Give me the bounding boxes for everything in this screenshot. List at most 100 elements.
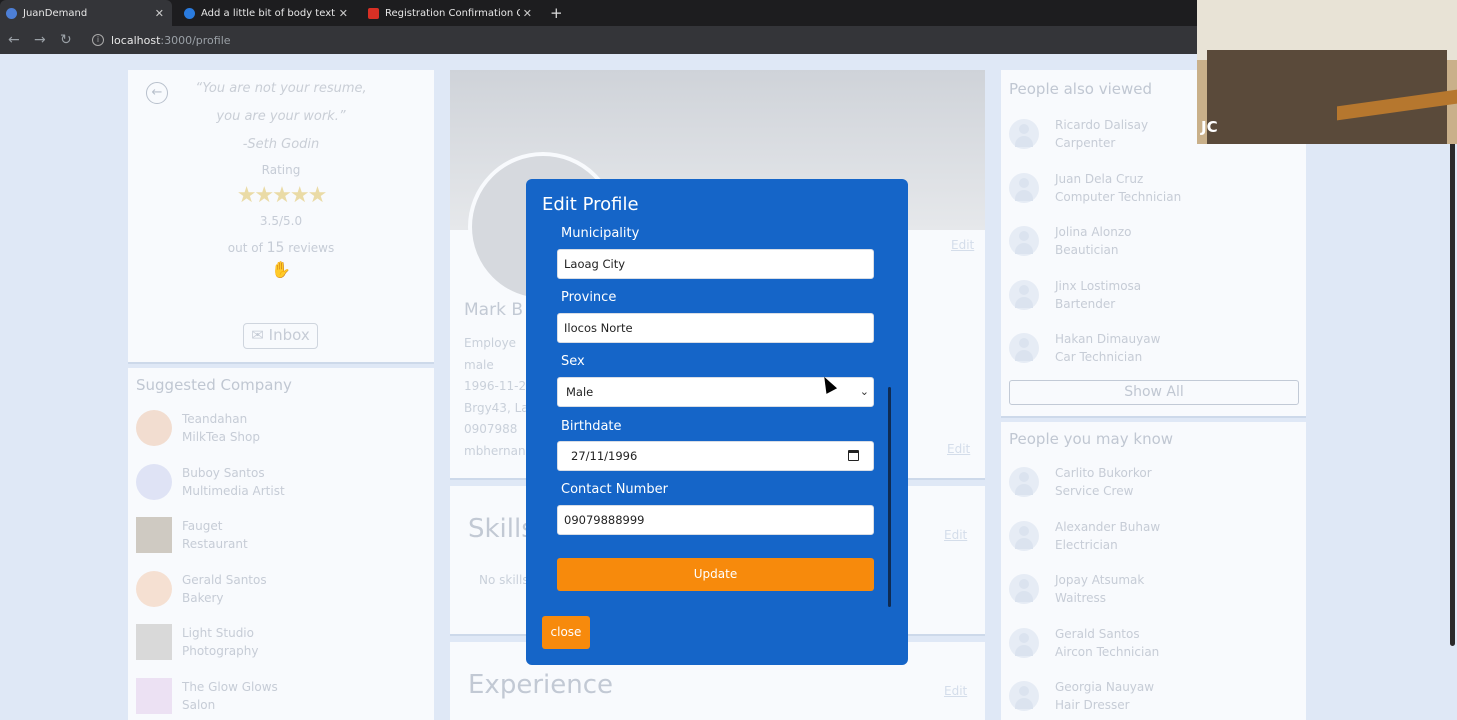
person-role: Service Crew: [1055, 484, 1134, 498]
sex-label: Sex: [561, 354, 585, 369]
edit-experience-link[interactable]: Edit: [944, 684, 967, 698]
person-item[interactable]: Alexander Buhaw Electrician: [1009, 518, 1160, 554]
address-text: Brgy43, La: [464, 400, 529, 415]
mail-icon: ✉: [251, 326, 264, 344]
company-logo-icon: [136, 571, 172, 607]
show-all-button[interactable]: Show All: [1009, 380, 1299, 405]
company-type: Restaurant: [182, 537, 248, 551]
quote-line-2: you are your work.”: [216, 109, 346, 124]
tab-title: Add a little bit of body text - We: [201, 7, 336, 19]
review-count-text: out of 15 reviews: [128, 240, 434, 256]
person-name: Juan Dela Cruz: [1055, 172, 1144, 186]
back-arrow-icon[interactable]: ←: [8, 32, 26, 48]
province-input[interactable]: Ilocos Norte: [557, 313, 874, 343]
person-name: Jopay Atsumak: [1055, 573, 1145, 587]
close-button[interactable]: close: [542, 616, 590, 649]
sex-selected-value: Male: [566, 385, 594, 399]
phone-text: 0907988: [464, 422, 518, 436]
url-field[interactable]: i localhost:3000/profile: [92, 34, 231, 47]
avatar-placeholder-icon: [1009, 173, 1039, 203]
company-item[interactable]: Buboy Santos Multimedia Artist: [136, 464, 285, 500]
person-item[interactable]: Hakan Dimauyaw Car Technician: [1009, 330, 1160, 366]
site-info-icon[interactable]: i: [92, 34, 104, 46]
company-type: Multimedia Artist: [182, 484, 285, 498]
company-logo-icon: [136, 464, 172, 500]
avatar-placeholder-icon: [1009, 226, 1039, 256]
avatar-placeholder-icon: [1009, 119, 1039, 149]
person-item[interactable]: Jolina Alonzo Beautician: [1009, 223, 1131, 259]
person-name: Ricardo Dalisay: [1055, 118, 1149, 132]
inbox-button[interactable]: ✉ Inbox: [243, 323, 318, 349]
person-item[interactable]: Ricardo Dalisay Carpenter: [1009, 116, 1148, 152]
person-name: Alexander Buhaw: [1055, 520, 1161, 534]
avatar-placeholder-icon: [1009, 521, 1039, 551]
birthdate-value: 27/11/1996: [571, 449, 638, 463]
calendar-icon[interactable]: [848, 450, 859, 461]
person-name: Jolina Alonzo: [1055, 225, 1132, 239]
company-name: Light Studio: [182, 626, 254, 640]
birthdate-input[interactable]: 27/11/1996: [557, 441, 874, 471]
page-scrollbar[interactable]: [1450, 114, 1455, 646]
person-role: Computer Technician: [1055, 190, 1182, 204]
birthdate-text: 1996-11-27: [464, 379, 534, 393]
modal-scrollbar[interactable]: [888, 387, 891, 607]
tab-title: Registration Confirmation Code: [385, 7, 520, 19]
contact-number-label: Contact Number: [561, 482, 668, 497]
chevron-down-icon: ⌄: [859, 385, 869, 398]
url-host: localhost: [111, 33, 161, 47]
employer-text: Employe: [464, 336, 517, 350]
tab-body-text[interactable]: Add a little bit of body text - We ✕: [178, 0, 356, 26]
quote-rating-card: ← “You are not your resume, you are your…: [128, 70, 434, 364]
person-role: Hair Dresser: [1055, 698, 1130, 712]
municipality-input[interactable]: Laoag City: [557, 249, 874, 279]
company-name: Gerald Santos: [182, 573, 267, 587]
edit-cover-link[interactable]: Edit: [951, 238, 974, 252]
company-item[interactable]: The Glow Glows Salon: [136, 678, 278, 714]
suggested-company-card: Suggested Company Teandahan MilkTea Shop …: [128, 368, 434, 720]
person-item[interactable]: Carlito Bukorkor Service Crew: [1009, 464, 1152, 500]
tab-registration[interactable]: Registration Confirmation Code ✕: [362, 0, 540, 26]
company-name: Buboy Santos: [182, 466, 265, 480]
people-also-viewed-title: People also viewed: [1009, 80, 1153, 98]
company-item[interactable]: Fauget Restaurant: [136, 517, 248, 553]
municipality-label: Municipality: [561, 226, 640, 241]
avatar-placeholder-icon: [1009, 681, 1039, 711]
site-favicon-icon: [6, 7, 17, 19]
gmail-favicon-icon: [368, 7, 379, 19]
edit-details-link[interactable]: Edit: [947, 442, 970, 456]
close-tab-icon[interactable]: ✕: [523, 7, 532, 20]
person-item[interactable]: Jinx Lostimosa Bartender: [1009, 277, 1141, 313]
skills-title: Skills: [468, 514, 535, 544]
contact-number-input[interactable]: 09079888999: [557, 505, 874, 535]
person-role: Electrician: [1055, 538, 1118, 552]
quote-line-1: “You are not your resume,: [195, 81, 367, 96]
update-button[interactable]: Update: [557, 558, 874, 591]
reload-icon[interactable]: ↻: [60, 32, 78, 48]
company-type: MilkTea Shop: [182, 430, 260, 444]
person-item[interactable]: Gerald Santos Aircon Technician: [1009, 625, 1159, 661]
person-item[interactable]: Georgia Nauyaw Hair Dresser: [1009, 678, 1154, 714]
company-type: Photography: [182, 644, 259, 658]
tab-juandemand[interactable]: JuanDemand ✕: [0, 0, 172, 26]
company-item[interactable]: Teandahan MilkTea Shop: [136, 410, 260, 446]
close-tab-icon[interactable]: ✕: [155, 7, 164, 20]
edit-skills-link[interactable]: Edit: [944, 528, 967, 542]
person-name: Gerald Santos: [1055, 627, 1140, 641]
rating-label: Rating: [261, 163, 301, 177]
company-item[interactable]: Light Studio Photography: [136, 624, 258, 660]
company-item[interactable]: Gerald Santos Bakery: [136, 571, 267, 607]
person-item[interactable]: Juan Dela Cruz Computer Technician: [1009, 170, 1181, 206]
person-item[interactable]: Jopay Atsumak Waitress: [1009, 571, 1144, 607]
new-tab-icon[interactable]: +: [550, 4, 563, 22]
back-button-icon[interactable]: ←: [146, 82, 168, 104]
company-type: Bakery: [182, 591, 224, 605]
tab-title: JuanDemand: [23, 7, 88, 19]
people-you-may-know-card: People you may know Carlito Bukorkor Serv…: [1001, 422, 1306, 720]
person-role: Carpenter: [1055, 136, 1116, 150]
close-tab-icon[interactable]: ✕: [339, 7, 348, 20]
inbox-label: Inbox: [268, 326, 310, 344]
avatar-placeholder-icon: [1009, 467, 1039, 497]
forward-arrow-icon[interactable]: →: [34, 32, 52, 48]
person-name: Georgia Nauyaw: [1055, 680, 1155, 694]
avatar-placeholder-icon: [1009, 280, 1039, 310]
